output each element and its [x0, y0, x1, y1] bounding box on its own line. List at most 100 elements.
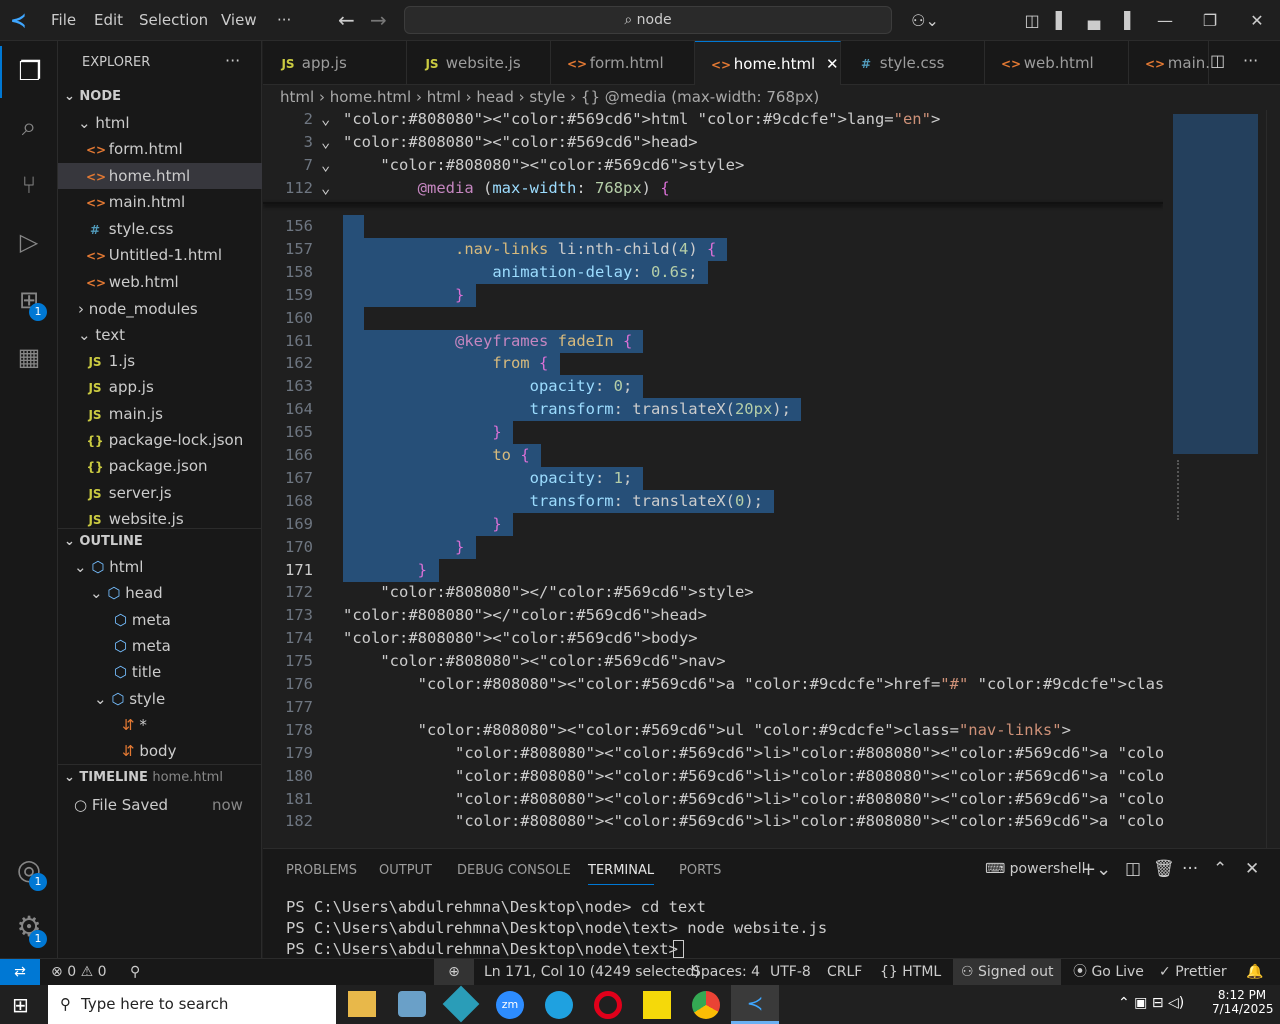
- outline-item[interactable]: ⇵ body: [58, 738, 262, 764]
- breadcrumb-item[interactable]: › style: [514, 88, 566, 106]
- language-mode[interactable]: {} HTML: [880, 959, 941, 986]
- windows-start-icon[interactable]: ⊞: [12, 993, 29, 1017]
- edge-icon[interactable]: [545, 991, 573, 1019]
- close-panel-icon[interactable]: ✕: [1245, 859, 1259, 879]
- copilot-icon[interactable]: ⚇⌄: [905, 0, 945, 41]
- problems-indicator[interactable]: ⊗ 0 ⚠ 0: [51, 959, 107, 986]
- encoding[interactable]: UTF-8: [770, 959, 811, 986]
- file-item[interactable]: {} package.json: [58, 453, 262, 479]
- chrome-icon[interactable]: [692, 991, 720, 1019]
- indentation[interactable]: Spaces: 4: [692, 959, 760, 986]
- outline-item[interactable]: ⌄ ⬡ style: [58, 686, 262, 712]
- extensions-icon[interactable]: ⊞ 1: [0, 274, 58, 326]
- ports-icon[interactable]: ⚲: [130, 959, 140, 986]
- editor-more-icon[interactable]: ···: [1243, 51, 1258, 70]
- file-item[interactable]: JS 1.js: [58, 348, 262, 374]
- minimap[interactable]: [1165, 110, 1265, 848]
- clock[interactable]: 8:12 PM 7/14/2025: [1212, 988, 1274, 1016]
- menu-view[interactable]: View: [221, 0, 257, 41]
- file-item[interactable]: <> web.html: [58, 269, 262, 295]
- source-control-icon[interactable]: ⑂: [0, 159, 58, 211]
- panel-tab-problems[interactable]: PROBLEMS: [286, 863, 357, 878]
- file-item[interactable]: <> form.html: [58, 136, 262, 162]
- close-tab-icon[interactable]: ✕: [821, 55, 839, 73]
- outline-item[interactable]: ⬡ title: [58, 659, 262, 685]
- cursor-position[interactable]: Ln 171, Col 10 (4249 selected): [484, 959, 700, 986]
- file-item[interactable]: <> Untitled-1.html: [58, 242, 262, 268]
- timeline-section[interactable]: ⌄ TIMELINE home.html: [58, 765, 262, 791]
- file-item[interactable]: JS website.js: [58, 506, 262, 532]
- customize-layout-icon[interactable]: ◫: [1020, 0, 1044, 41]
- run-debug-icon[interactable]: ▷: [0, 216, 58, 268]
- file-explorer-icon[interactable]: [348, 991, 376, 1017]
- fold-chevron-icon[interactable]: ⌄: [321, 156, 330, 174]
- zoom-icon[interactable]: ⊕: [434, 959, 474, 985]
- taskbar-search[interactable]: ⚲ Type here to search: [48, 985, 336, 1024]
- minimize-icon[interactable]: —: [1145, 0, 1185, 41]
- minimap-slider[interactable]: [1173, 114, 1258, 454]
- menu-more[interactable]: ···: [277, 0, 291, 41]
- vscode-taskbar-icon[interactable]: ≺: [731, 985, 779, 1024]
- system-tray-icons[interactable]: ⌃ ▣ ⊟ ◁): [1118, 995, 1184, 1011]
- outline-item[interactable]: ⌄ ⬡ html: [58, 554, 262, 580]
- timeline-entry[interactable]: ○ File Saved now: [58, 792, 262, 818]
- split-terminal-icon[interactable]: ◫: [1125, 859, 1141, 879]
- restore-icon[interactable]: ❐: [1190, 0, 1230, 41]
- copilot-status[interactable]: ⚇ Signed out: [953, 959, 1061, 985]
- settings-gear-icon[interactable]: ⚙ 1: [0, 901, 58, 953]
- panel-tab-terminal[interactable]: TERMINAL: [588, 863, 655, 885]
- go-live[interactable]: ⦿ Go Live: [1073, 959, 1144, 986]
- breadcrumb-item[interactable]: › home.html: [314, 88, 411, 106]
- panel-tab-debug-console[interactable]: DEBUG CONSOLE: [457, 863, 571, 878]
- folder-node-modules[interactable]: › node_modules: [58, 296, 262, 322]
- tab-home-html[interactable]: <> home.html ✕: [695, 41, 841, 85]
- vertical-scrollbar[interactable]: [1266, 110, 1280, 848]
- breadcrumb-item[interactable]: › html: [411, 88, 461, 106]
- menu-edit[interactable]: Edit: [94, 0, 123, 41]
- breadcrumb-item[interactable]: › {} @media (max-width: 768px): [565, 88, 819, 106]
- bell-icon[interactable]: 🔔: [1246, 959, 1263, 986]
- toggle-panel-icon[interactable]: ▄: [1082, 0, 1106, 41]
- fold-chevron-icon[interactable]: ⌄: [321, 179, 330, 197]
- app-icon[interactable]: [442, 985, 480, 1023]
- breadcrumb-item[interactable]: html: [280, 88, 314, 106]
- file-item[interactable]: # style.css: [58, 216, 262, 242]
- code-editor[interactable]: 2 ⌄ "color:#808080"><"color:#569cd6">html …: [263, 110, 1163, 848]
- panel-more-icon[interactable]: ···: [1182, 859, 1198, 879]
- file-item[interactable]: JS server.js: [58, 480, 262, 506]
- app-icon[interactable]: [398, 991, 426, 1017]
- sticky-notes-icon[interactable]: [643, 991, 671, 1019]
- folder-text[interactable]: ⌄ text: [58, 322, 262, 348]
- outline-item[interactable]: ⬡ meta: [58, 633, 262, 659]
- remote-indicator-icon[interactable]: ⇄: [0, 959, 40, 985]
- terminal-profile[interactable]: ⌨ powershell: [985, 861, 1086, 877]
- menu-file[interactable]: File: [51, 0, 76, 41]
- explorer-more-icon[interactable]: ···: [225, 51, 240, 70]
- file-item[interactable]: {} package-lock.json: [58, 427, 262, 453]
- outline-item[interactable]: ⇵ *: [58, 712, 262, 738]
- back-arrow-icon[interactable]: ←: [338, 0, 355, 41]
- search-view-icon[interactable]: ⌕: [0, 101, 58, 153]
- file-item[interactable]: JS app.js: [58, 374, 262, 400]
- forward-arrow-icon[interactable]: →: [370, 0, 387, 41]
- folder-html[interactable]: ⌄ html: [58, 110, 262, 136]
- opera-icon[interactable]: [594, 991, 622, 1019]
- prettier[interactable]: ✓ Prettier: [1159, 959, 1227, 986]
- fold-chevron-icon[interactable]: ⌄: [321, 110, 330, 128]
- close-window-icon[interactable]: ✕: [1237, 0, 1277, 41]
- breadcrumb-item[interactable]: › head: [461, 88, 514, 106]
- line-ending[interactable]: CRLF: [827, 959, 862, 986]
- accounts-icon[interactable]: ◎ 1: [0, 844, 58, 896]
- tab-main-[interactable]: <> main.: [1129, 41, 1210, 85]
- tab-style-css[interactable]: # style.css: [841, 41, 985, 85]
- fold-chevron-icon[interactable]: ⌄: [321, 133, 330, 151]
- trash-icon[interactable]: 🗑: [1153, 859, 1175, 879]
- outline-item[interactable]: ⬡ meta: [58, 607, 262, 633]
- menu-selection[interactable]: Selection: [139, 0, 208, 41]
- panel-tab-ports[interactable]: PORTS: [679, 863, 721, 878]
- new-terminal-icon[interactable]: +⌄: [1081, 859, 1111, 880]
- file-item[interactable]: JS main.js: [58, 401, 262, 427]
- zoom-app-icon[interactable]: zm: [496, 991, 524, 1019]
- maximize-panel-icon[interactable]: ⌃: [1213, 859, 1227, 879]
- panel-tab-output[interactable]: OUTPUT: [379, 863, 432, 878]
